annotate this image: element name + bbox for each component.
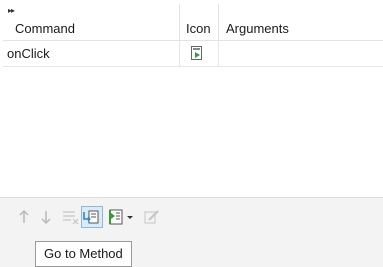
column-header-arguments-label: Arguments: [226, 21, 289, 36]
go-to-method-icon: [83, 210, 99, 224]
go-to-method-button[interactable]: [81, 206, 103, 228]
command-cell[interactable]: onClick: [3, 41, 180, 66]
move-up-button[interactable]: [14, 207, 34, 227]
move-down-button[interactable]: [36, 207, 56, 227]
table-row[interactable]: onClick: [3, 41, 383, 67]
column-header-icon-label: Icon: [186, 21, 211, 36]
add-method-icon: [109, 209, 123, 225]
column-header-command-label: Command: [15, 21, 75, 36]
edit-button[interactable]: [142, 207, 162, 227]
table-header: ▸▸ Command Icon Arguments: [3, 4, 383, 41]
add-method-dropdown-button[interactable]: [125, 207, 137, 227]
delete-list-icon: [63, 211, 79, 225]
icon-cell[interactable]: [180, 41, 219, 66]
expand-collapse-icon[interactable]: ▸▸: [8, 7, 15, 15]
column-header-command[interactable]: ▸▸ Command: [3, 4, 180, 40]
edit-icon: [144, 210, 159, 224]
run-method-icon: [191, 46, 202, 60]
arguments-cell[interactable]: [219, 41, 383, 66]
command-name: onClick: [7, 46, 50, 61]
tooltip: Go to Method: [35, 241, 132, 267]
arrow-down-icon: [41, 211, 51, 225]
command-sequence-panel: ▸▸ Command Icon Arguments onClick Go to …: [0, 0, 383, 267]
column-header-icon[interactable]: Icon: [180, 4, 219, 40]
add-method-button[interactable]: [106, 207, 126, 227]
column-header-arguments[interactable]: Arguments: [219, 4, 383, 40]
delete-button[interactable]: [60, 207, 80, 227]
chevron-down-icon: [127, 216, 133, 219]
arrow-up-icon: [19, 209, 29, 223]
